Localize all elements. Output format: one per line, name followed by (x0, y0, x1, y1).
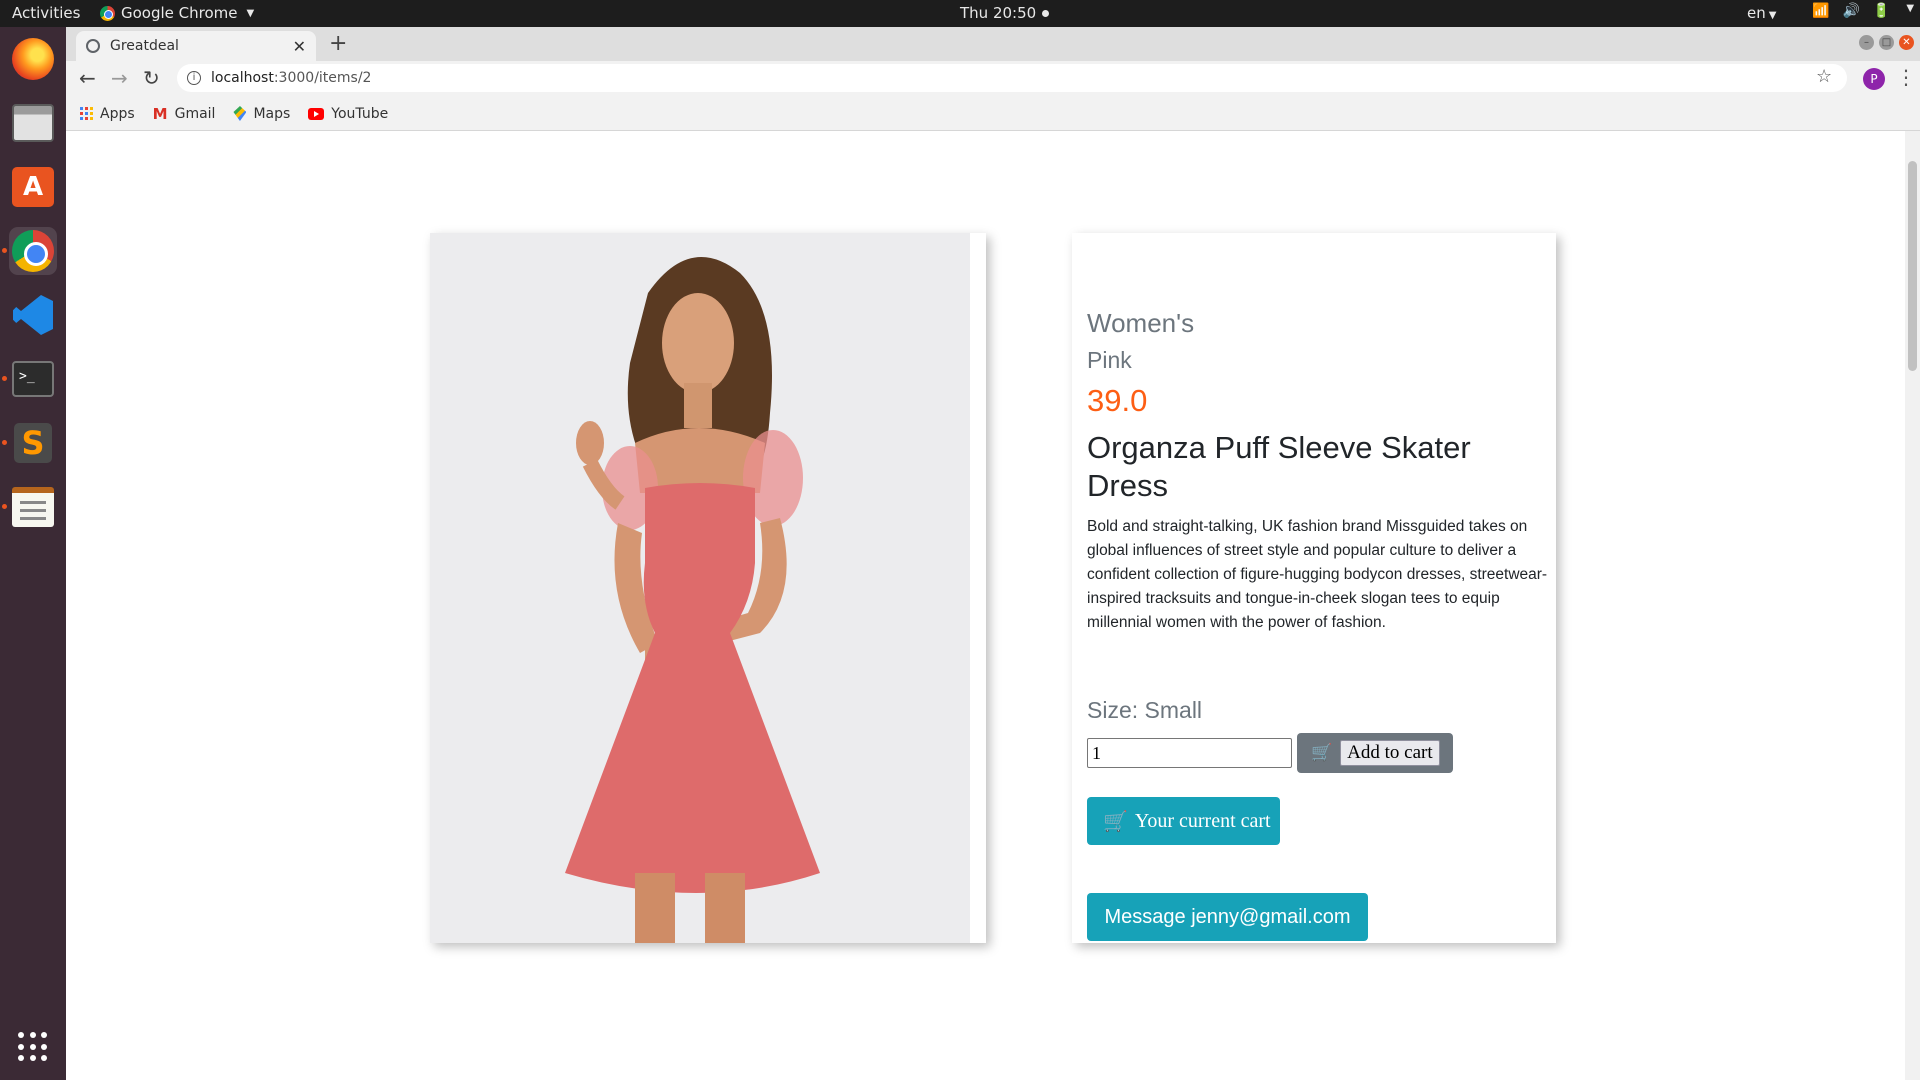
scrollbar-thumb[interactable] (1908, 161, 1917, 371)
product-info-card: Women's Pink 39.0 Organza Puff Sleeve Sk… (1072, 233, 1556, 943)
wifi-icon: 📶 (1812, 3, 1830, 19)
bookmark-maps[interactable]: Maps (233, 106, 290, 122)
tab-greatdeal[interactable]: Greatdeal ✕ (76, 31, 316, 61)
dress-model-illustration (430, 233, 970, 943)
url-host: localhost (211, 70, 274, 86)
address-bar[interactable]: i localhost:3000/items/2 (177, 64, 1847, 92)
bookmark-apps[interactable]: Apps (80, 106, 135, 122)
terminal-icon: >_ (12, 361, 54, 397)
dock-firefox[interactable] (9, 35, 57, 83)
add-to-cart-button[interactable]: 🛒 Add to cart (1297, 733, 1453, 773)
dock-software[interactable]: A (9, 163, 57, 211)
profile-avatar[interactable]: P (1863, 68, 1885, 90)
chevron-down-icon: ▼ (1906, 3, 1915, 14)
reload-icon[interactable]: ↻ (143, 66, 160, 90)
browser-window: Greatdeal ✕ + – □ ✕ ← → ↻ i localhost:30… (66, 27, 1920, 1080)
chevron-down-icon: ▼ (1768, 10, 1777, 21)
bookmark-label: Maps (253, 105, 291, 122)
chevron-down-icon: ▼ (246, 7, 255, 19)
bookmark-label: Apps (100, 105, 135, 122)
volume-icon: 🔊 (1842, 3, 1860, 19)
browser-toolbar: ← → ↻ i localhost:3000/items/2 ☆ P ⋮ (66, 61, 1920, 97)
maps-icon (233, 106, 247, 121)
forward-icon[interactable]: → (111, 66, 128, 90)
language-label: en (1747, 4, 1766, 22)
tab-title: Greatdeal (110, 38, 179, 54)
bookmark-label: Gmail (174, 105, 216, 122)
tab-strip: Greatdeal ✕ + – □ ✕ (66, 27, 1920, 61)
add-to-cart-label: Add to cart (1340, 740, 1440, 766)
files-icon (12, 104, 54, 142)
dock-sublime[interactable]: S (9, 419, 57, 467)
running-indicator (2, 248, 7, 253)
software-store-icon: A (12, 167, 54, 207)
bookmark-gmail[interactable]: M Gmail (153, 105, 216, 123)
bookmark-label: YouTube (331, 105, 389, 122)
chrome-icon (100, 5, 115, 21)
app-menu-label: Google Chrome (121, 4, 238, 22)
system-top-bar: Activities Google Chrome ▼ Thu 20:50 en ▼… (0, 0, 1920, 27)
youtube-icon (308, 107, 325, 120)
info-icon[interactable]: i (187, 71, 201, 85)
product-color: Pink (1087, 347, 1132, 373)
show-applications-icon[interactable] (18, 1032, 48, 1062)
clock-label: Thu 20:50 (960, 4, 1037, 22)
product-category: Women's (1087, 308, 1195, 338)
product-image-card (430, 233, 986, 943)
app-menu[interactable]: Google Chrome ▼ (100, 4, 254, 22)
sublime-text-icon: S (14, 423, 52, 463)
dock-files[interactable] (9, 99, 57, 147)
globe-icon (86, 39, 100, 53)
quantity-input[interactable] (1087, 738, 1292, 768)
window-controls: – □ ✕ (1859, 35, 1914, 50)
page-viewport: Women's Pink 39.0 Organza Puff Sleeve Sk… (66, 131, 1920, 1080)
bookmarks-bar: Apps M Gmail Maps YouTube (66, 97, 1920, 131)
close-window-icon[interactable]: ✕ (1899, 35, 1914, 50)
bookmark-youtube[interactable]: YouTube (308, 106, 388, 122)
gmail-icon: M (152, 104, 168, 123)
url-path: :3000/items/2 (273, 70, 372, 86)
dock: A >_ S (0, 27, 66, 1080)
product-size: Size: Small (1087, 697, 1203, 723)
product-image (430, 233, 970, 943)
current-cart-label: Your current cart (1134, 809, 1271, 832)
running-indicator (2, 440, 7, 445)
message-seller-button[interactable]: Message jenny@gmail.com (1087, 893, 1368, 941)
close-icon[interactable]: ✕ (293, 37, 306, 56)
dock-text-editor[interactable] (9, 483, 57, 531)
chrome-icon (12, 230, 54, 272)
text-editor-icon (12, 487, 54, 527)
battery-icon: 🔋 (1872, 3, 1891, 19)
back-icon[interactable]: ← (79, 66, 96, 90)
maximize-icon[interactable]: □ (1879, 35, 1894, 50)
page-scrollbar[interactable] (1905, 131, 1920, 1080)
product-title: Organza Puff Sleeve Skater Dress (1087, 430, 1471, 503)
notification-dot-icon (1042, 9, 1050, 17)
language-indicator[interactable]: en ▼ (1747, 4, 1776, 22)
activities-button[interactable]: Activities (12, 4, 80, 22)
product-description: Bold and straight-talking, UK fashion br… (1087, 518, 1548, 631)
dock-chrome[interactable] (9, 227, 57, 275)
apps-grid-icon (80, 107, 93, 120)
shopping-cart-icon: 🛒 (1311, 743, 1333, 763)
shopping-cart-icon: 🛒 (1103, 810, 1128, 833)
dock-vscode[interactable] (9, 291, 57, 339)
menu-icon[interactable]: ⋮ (1896, 65, 1916, 89)
dock-terminal[interactable]: >_ (9, 355, 57, 403)
new-tab-button[interactable]: + (329, 31, 347, 56)
running-indicator (2, 376, 7, 381)
firefox-icon (12, 38, 54, 80)
vscode-icon (13, 295, 53, 335)
product-price: 39.0 (1087, 383, 1148, 418)
current-cart-button[interactable]: 🛒 Your current cart (1087, 797, 1280, 845)
system-tray[interactable]: 📶 🔊 🔋 ▼ (1812, 3, 1914, 19)
clock[interactable]: Thu 20:50 (960, 4, 1050, 22)
minimize-icon[interactable]: – (1859, 35, 1874, 50)
bookmark-star-icon[interactable]: ☆ (1816, 66, 1832, 87)
running-indicator (2, 504, 7, 509)
